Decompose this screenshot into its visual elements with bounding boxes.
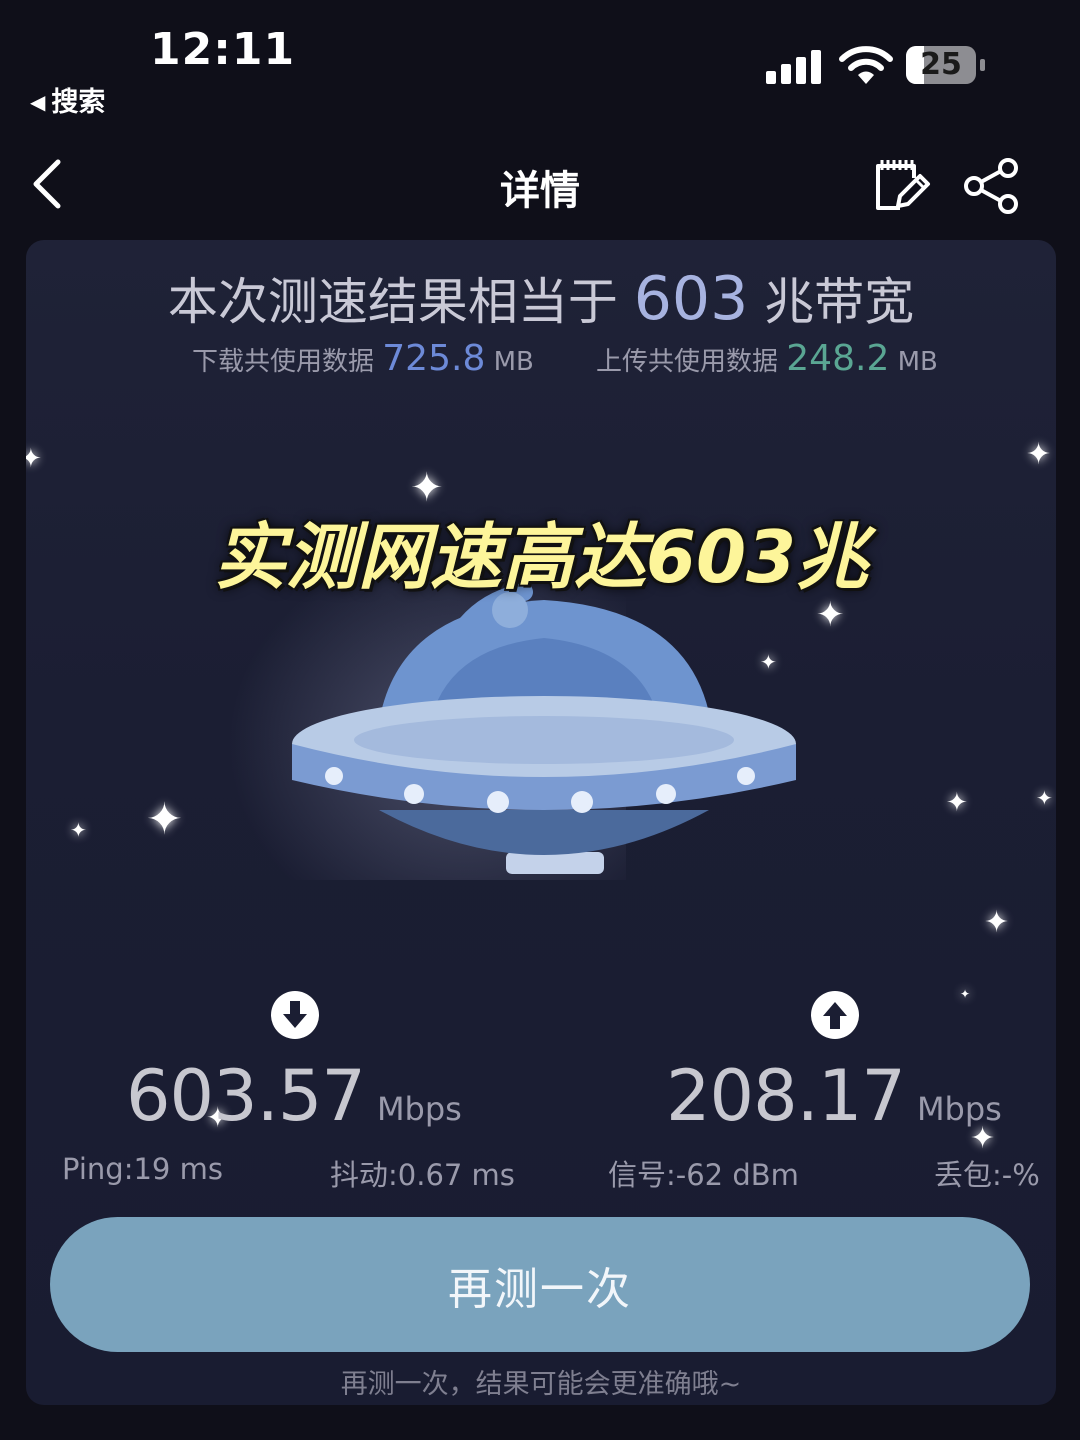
- summary-suffix: 兆带宽: [764, 273, 915, 331]
- back-app-label: 搜索: [51, 87, 106, 118]
- status-time: 12:11: [150, 24, 296, 75]
- download-usage-label: 下载共使用数据: [192, 347, 375, 377]
- upload-speed-value: 208.17: [666, 1055, 906, 1137]
- ping-metric: Ping:19 ms: [62, 1152, 223, 1186]
- back-to-app-link[interactable]: ◀ 搜索: [30, 80, 105, 119]
- star-decoration: ✦: [1036, 786, 1053, 810]
- status-bar: 12:11 ◀ 搜索 25: [0, 0, 1080, 130]
- wifi-icon: [839, 46, 893, 84]
- battery-level: 25: [920, 47, 962, 82]
- share-icon[interactable]: [962, 156, 1022, 216]
- star-decoration: ✦: [960, 987, 971, 1001]
- download-speed-unit: Mbps: [376, 1090, 462, 1128]
- retest-hint: 再测一次，结果可能会更准确哦~: [340, 1369, 742, 1400]
- star-decoration: ✦: [1026, 437, 1052, 472]
- upload-speed-unit: Mbps: [916, 1090, 1002, 1128]
- edit-note-icon[interactable]: [870, 154, 932, 216]
- jitter-metric: 抖动:0.67 ms: [330, 1158, 515, 1192]
- result-card: 本次测速结果相当于 603 兆带宽 下载共使用数据 725.8 MB 上传共使用…: [26, 240, 1056, 1405]
- download-usage-value: 725.8: [382, 338, 486, 379]
- star-decoration: ✦: [70, 818, 87, 842]
- upload-usage-value: 248.2: [786, 338, 890, 379]
- download-arrow-icon: [271, 991, 319, 1039]
- star-decoration: ✦: [816, 595, 845, 635]
- summary-prefix: 本次测速结果相当于: [167, 273, 618, 331]
- download-speed: 603.57 Mbps: [126, 1055, 462, 1137]
- star-decoration: ✦: [946, 788, 968, 818]
- star-decoration: ✦: [984, 905, 1010, 940]
- packet-loss-metric: 丢包:-%: [934, 1158, 1040, 1192]
- signal-metric: 信号:-62 dBm: [608, 1158, 799, 1192]
- nav-bar: 详情: [0, 140, 1080, 230]
- upload-data-usage: 上传共使用数据 248.2 MB: [596, 338, 938, 379]
- ufo-illustration: [292, 583, 796, 874]
- star-decoration: ✦: [26, 444, 42, 474]
- download-usage-unit: MB: [493, 347, 534, 377]
- overlay-caption: 实测网速高达603兆: [213, 515, 869, 599]
- download-speed-value: 603.57: [126, 1055, 366, 1137]
- battery-icon: 25: [906, 46, 985, 84]
- upload-arrow-icon: [811, 991, 859, 1039]
- upload-usage-label: 上传共使用数据: [596, 347, 779, 377]
- download-data-usage: 下载共使用数据 725.8 MB: [192, 338, 534, 379]
- back-triangle-icon: ◀: [30, 90, 46, 114]
- bandwidth-value: 603: [633, 264, 749, 334]
- upload-speed: 208.17 Mbps: [666, 1055, 1002, 1137]
- bandwidth-summary: 本次测速结果相当于 603 兆带宽: [26, 262, 1056, 334]
- cellular-signal-icon: [766, 48, 824, 84]
- retest-button[interactable]: 再测一次: [50, 1217, 1030, 1352]
- upload-usage-unit: MB: [897, 347, 938, 377]
- star-decoration: ✦: [146, 794, 183, 845]
